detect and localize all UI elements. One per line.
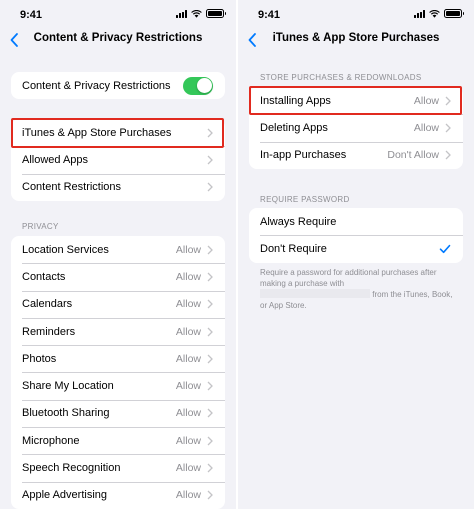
chevron-right-icon (207, 463, 213, 473)
privacy-item-photos[interactable]: Photos Allow (11, 345, 225, 372)
chevron-right-icon (207, 272, 213, 282)
store-item-deleting-apps[interactable]: Deleting Apps Allow (249, 114, 463, 141)
chevron-right-icon (445, 123, 451, 133)
cellular-signal-icon (176, 9, 187, 18)
chevron-right-icon (207, 436, 213, 446)
cellular-signal-icon (414, 9, 425, 18)
right-screen: 9:41 iTunes & App Store Purchases STORE … (238, 0, 474, 509)
password-group: Always Require Don't Require (249, 208, 463, 263)
chevron-right-icon (207, 490, 213, 500)
nav-bar: iTunes & App Store Purchases (238, 26, 474, 54)
privacy-item-microphone[interactable]: Microphone Allow (11, 427, 225, 454)
left-screen: 9:41 Content & Privacy Restrictions Cont… (0, 0, 236, 509)
privacy-item-calendars[interactable]: Calendars Allow (11, 290, 225, 318)
restrictions-toggle-row: Content & Privacy Restrictions (11, 72, 225, 99)
privacy-item-apple-advertising[interactable]: Apple Advertising Allow (11, 481, 225, 509)
battery-icon (444, 9, 464, 18)
highlight-box-itunes (11, 118, 224, 148)
chevron-right-icon (207, 155, 213, 165)
store-section-header: STORE PURCHASES & REDOWNLOADS (260, 73, 422, 82)
password-option-always-require[interactable]: Always Require (249, 208, 463, 235)
store-item-in-app-purchases[interactable]: In-app Purchases Don't Allow (249, 141, 463, 169)
chevron-right-icon (207, 182, 213, 192)
chevron-right-icon (207, 381, 213, 391)
privacy-item-location-services[interactable]: Location Services Allow (11, 236, 225, 263)
page-title: Content & Privacy Restrictions (33, 32, 203, 44)
restrictions-toggle-group: Content & Privacy Restrictions (11, 72, 225, 100)
wifi-icon (191, 9, 202, 18)
privacy-item-reminders[interactable]: Reminders Allow (11, 317, 225, 345)
page-title: iTunes & App Store Purchases (272, 32, 440, 44)
status-icons (176, 9, 226, 18)
privacy-group: Location Services Allow Contacts Allow C… (11, 236, 225, 509)
chevron-right-icon (207, 299, 213, 309)
chevron-right-icon (445, 150, 451, 160)
password-footer-note: Require a password for additional purcha… (260, 268, 453, 310)
privacy-item-share-my-location[interactable]: Share My Location Allow (11, 372, 225, 399)
status-bar: 9:41 (0, 0, 236, 26)
status-icons (414, 9, 464, 18)
status-bar: 9:41 (238, 0, 474, 26)
status-time: 9:41 (20, 9, 43, 21)
redacted-text-block (260, 289, 370, 298)
menu-item-content-restrictions[interactable]: Content Restrictions (11, 173, 225, 201)
chevron-right-icon (207, 408, 213, 418)
menu-item-allowed-apps[interactable]: Allowed Apps (11, 146, 225, 173)
highlight-box-installing-apps (249, 86, 462, 115)
privacy-item-speech-recognition[interactable]: Speech Recognition Allow (11, 454, 225, 481)
restrictions-toggle[interactable] (183, 76, 213, 95)
wifi-icon (429, 9, 440, 18)
privacy-item-contacts[interactable]: Contacts Allow (11, 263, 225, 290)
password-option-dont-require[interactable]: Don't Require (249, 235, 463, 262)
battery-icon (206, 9, 226, 18)
chevron-right-icon (207, 245, 213, 255)
restrictions-toggle-label: Content & Privacy Restrictions (22, 79, 171, 92)
checkmark-icon (439, 244, 451, 254)
chevron-right-icon (207, 327, 213, 336)
chevron-right-icon (207, 354, 213, 364)
privacy-item-bluetooth-sharing[interactable]: Bluetooth Sharing Allow (11, 399, 225, 427)
nav-bar: Content & Privacy Restrictions (0, 26, 236, 54)
password-section-header: REQUIRE PASSWORD (260, 195, 350, 204)
privacy-section-header: PRIVACY (22, 222, 59, 231)
status-time: 9:41 (258, 9, 281, 21)
